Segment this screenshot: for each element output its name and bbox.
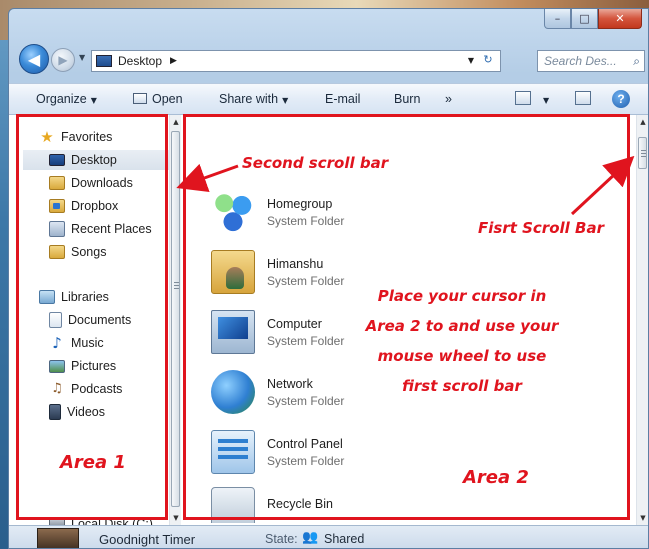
chevron-down-icon: ▼ [543, 96, 550, 105]
item-thumbnail [37, 528, 79, 548]
navigation-pane-scrollbar[interactable]: ▲ ▼ [169, 115, 181, 525]
file-list-scrollbar[interactable]: ▲ ▼ [636, 115, 648, 525]
back-button[interactable]: ◀ [19, 44, 49, 74]
caption-buttons: – □ ✕ [544, 9, 642, 31]
share-with-label: Share with [219, 92, 279, 106]
open-icon [133, 93, 147, 104]
burn-button[interactable]: Burn [394, 92, 420, 106]
preview-pane-icon[interactable] [575, 91, 591, 105]
back-arrow-icon: ◀ [27, 49, 41, 69]
state-value: Shared [324, 532, 365, 546]
address-breadcrumb[interactable]: Desktop [118, 54, 162, 68]
help-icon[interactable]: ? [612, 90, 630, 108]
search-icon[interactable]: ⌕ [633, 54, 640, 69]
organize-label: Organize [36, 92, 87, 106]
desktop-icon [96, 55, 112, 67]
chevron-down-icon: ▼ [90, 96, 97, 105]
grip-line [174, 288, 179, 289]
annotation-area1: Area 1 [60, 452, 126, 473]
state-label: State: [265, 532, 298, 546]
scrollbar-thumb[interactable] [171, 131, 180, 507]
annotation-instructions: Place your cursor in Area 2 to and use y… [350, 281, 574, 401]
organize-menu[interactable]: Organize ▼ [36, 92, 97, 106]
details-pane: Goodnight Timer State: 👥 Shared [9, 525, 648, 548]
selected-item-name: Goodnight Timer [99, 532, 196, 547]
instruction-line: Area 2 to and use your [365, 317, 559, 335]
breadcrumb-chevron-icon[interactable]: ▶ [170, 56, 177, 66]
address-bar[interactable]: Desktop ▶ ▼ ↻ [91, 50, 501, 72]
close-button[interactable]: ✕ [598, 9, 642, 29]
navigation-bar: ◀ ▶ ▼ Desktop ▶ ▼ ↻ Search Des... ⌕ [9, 43, 648, 77]
grip-line [641, 150, 646, 151]
command-bar: Organize ▼ Open Share with ▼ E-mail Burn »… [9, 83, 648, 115]
maximize-button[interactable]: □ [571, 9, 598, 29]
grip-line [641, 156, 646, 157]
refresh-icon[interactable]: ↻ [479, 53, 497, 69]
annotation-second-scroll-bar: Second scroll bar [242, 154, 389, 172]
instruction-line: first scroll bar [402, 377, 522, 395]
forward-arrow-icon: ▶ [58, 53, 68, 67]
grip-line [641, 153, 646, 154]
shared-users-icon: 👥 [302, 530, 319, 545]
share-with-menu[interactable]: Share with ▼ [219, 92, 288, 106]
email-button[interactable]: E-mail [325, 92, 360, 106]
view-options-dropdown[interactable]: ▼ [539, 92, 549, 106]
search-placeholder: Search Des... [544, 54, 617, 68]
search-input[interactable]: Search Des... ⌕ [537, 50, 645, 72]
chevron-down-icon: ▼ [282, 96, 289, 105]
open-button[interactable]: Open [133, 92, 183, 106]
open-label: Open [152, 92, 183, 106]
more-commands-button[interactable]: » [445, 92, 452, 106]
address-history-dropdown[interactable]: ▼ [468, 56, 474, 65]
change-view-icon[interactable] [515, 91, 531, 105]
grip-line [174, 285, 179, 286]
annotation-area2: Area 2 [463, 467, 529, 488]
minimize-button[interactable]: – [544, 9, 571, 29]
annotation-first-scroll-bar: Fisrt Scroll Bar [478, 219, 604, 237]
scrollbar-thumb[interactable] [638, 137, 647, 169]
forward-button[interactable]: ▶ [51, 48, 75, 72]
scroll-down-icon[interactable]: ▼ [637, 511, 648, 525]
grip-line [174, 282, 179, 283]
instruction-line: Place your cursor in [377, 287, 547, 305]
scroll-up-icon[interactable]: ▲ [637, 115, 648, 129]
recent-pages-dropdown[interactable]: ▼ [79, 53, 85, 62]
instruction-line: mouse wheel to use [377, 347, 547, 365]
